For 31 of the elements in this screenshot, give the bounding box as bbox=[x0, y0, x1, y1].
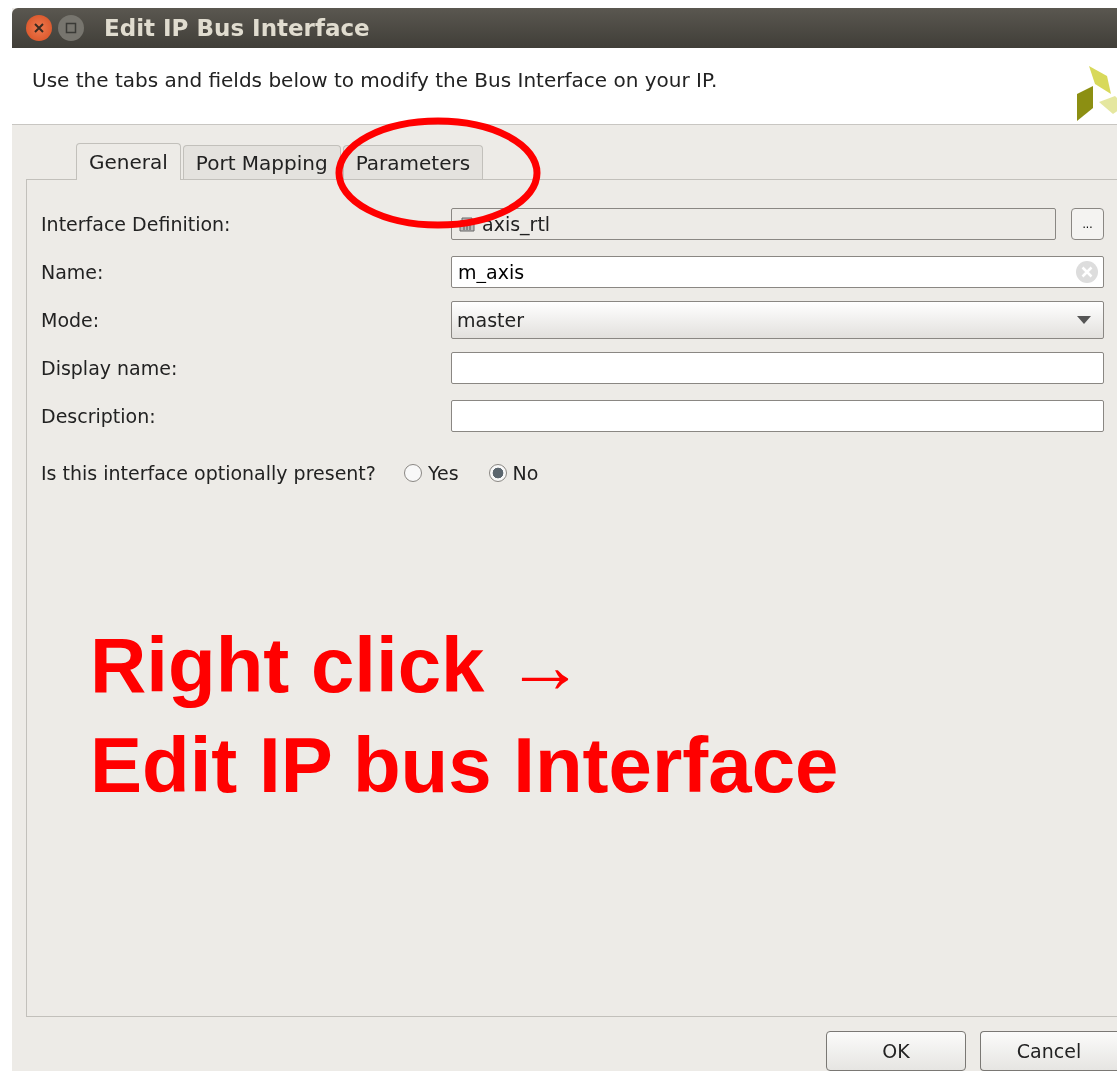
close-icon[interactable] bbox=[26, 15, 52, 41]
radio-button[interactable] bbox=[403, 464, 422, 482]
question-label: Is this interface optionally present? bbox=[41, 462, 376, 484]
field-label: Description: bbox=[41, 405, 157, 427]
logo-icon bbox=[1077, 66, 1117, 124]
tab[interactable]: Parameters bbox=[342, 145, 484, 179]
radio-button[interactable] bbox=[488, 464, 507, 482]
description-text: Use the tabs and fields below to modify the Bus Interface on your IP. bbox=[32, 68, 718, 92]
tab[interactable]: General bbox=[76, 143, 181, 180]
field-value: axis_rtl bbox=[482, 213, 551, 235]
field-label: Name: bbox=[41, 261, 105, 283]
radio-option[interactable]: No bbox=[488, 462, 539, 484]
radio-label: Yes bbox=[427, 462, 459, 484]
field-label: Interface Definition: bbox=[41, 213, 232, 235]
tab[interactable]: Port Mapping bbox=[182, 145, 341, 179]
browse-button[interactable]: ... bbox=[1071, 208, 1104, 240]
text-field[interactable]: m_axis bbox=[451, 256, 1104, 288]
ok-button[interactable]: OK bbox=[826, 1031, 966, 1071]
radio-option[interactable]: Yes bbox=[403, 462, 459, 484]
maximize-icon[interactable] bbox=[58, 15, 84, 41]
cancel-button[interactable]: Cancel bbox=[980, 1031, 1117, 1071]
text-field[interactable] bbox=[451, 352, 1104, 384]
mode-dropdown[interactable]: master bbox=[451, 301, 1104, 339]
dropdown-caret-icon bbox=[1077, 316, 1091, 324]
radio-label: No bbox=[512, 462, 539, 484]
field-label: Mode: bbox=[41, 309, 101, 331]
annotation-text: Right click → bbox=[90, 620, 586, 711]
annotation-text: Edit IP bus Interface bbox=[90, 720, 839, 811]
text-field[interactable] bbox=[451, 400, 1104, 432]
window-title: Edit IP Bus Interface bbox=[104, 15, 370, 41]
field-label: Display name: bbox=[41, 357, 179, 379]
